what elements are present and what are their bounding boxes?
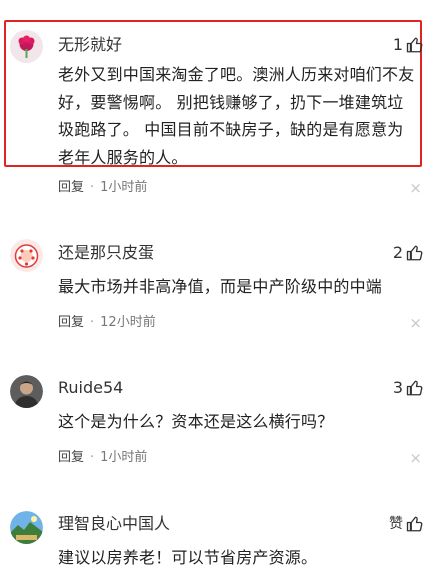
- close-icon[interactable]: ×: [409, 180, 422, 196]
- thumbs-up-icon: [406, 379, 424, 397]
- username[interactable]: Ruide54: [58, 378, 123, 398]
- thumbs-up-icon: [406, 244, 424, 262]
- separator-dot: ·: [90, 450, 95, 465]
- comment-meta: 回复 · 1小时前: [58, 180, 147, 196]
- comment-text: 老外又到中国来淘金了吧。澳洲人历来对咱们不友好，要警惕啊。 别把钱赚够了，扔下一…: [58, 65, 415, 167]
- separator-dot: ·: [90, 180, 95, 195]
- like-count: 1: [392, 35, 403, 54]
- like-count: 2: [392, 243, 403, 262]
- timestamp: 1小时前: [100, 180, 148, 195]
- avatar[interactable]: [10, 30, 43, 63]
- username[interactable]: 理智良心中国人: [58, 514, 170, 534]
- like-button[interactable]: 1: [393, 35, 424, 55]
- thumbs-up-icon: [406, 515, 424, 533]
- comment-text: 建议以房养老！可以节省房产资源。: [58, 548, 318, 567]
- avatar[interactable]: [10, 375, 43, 408]
- timestamp: 12小时前: [100, 315, 156, 330]
- reply-button[interactable]: 回复: [58, 315, 84, 331]
- close-icon[interactable]: ×: [409, 450, 422, 466]
- close-icon[interactable]: ×: [409, 315, 422, 331]
- thumbs-up-icon: [406, 36, 424, 54]
- avatar[interactable]: [10, 511, 43, 544]
- username[interactable]: 无形就好: [58, 35, 122, 55]
- reply-button[interactable]: 回复: [58, 180, 84, 196]
- reply-button[interactable]: 回复: [58, 450, 84, 466]
- username[interactable]: 还是那只皮蛋: [58, 243, 154, 263]
- like-count: 3: [392, 378, 403, 397]
- like-button[interactable]: 2: [393, 243, 424, 263]
- comment-text: 这个是为什么？资本还是这么横行吗？: [58, 412, 334, 431]
- comment-meta: 回复 · 12小时前: [58, 315, 156, 331]
- timestamp: 1小时前: [100, 450, 148, 465]
- comment-text: 最大市场并非高净值，而是中产阶级中的中端: [58, 277, 383, 296]
- avatar[interactable]: [10, 239, 43, 272]
- like-button[interactable]: 3: [393, 378, 424, 398]
- comment-meta: 回复 · 1小时前: [58, 450, 147, 466]
- separator-dot: ·: [90, 315, 95, 330]
- like-label: 赞: [389, 516, 403, 532]
- like-button[interactable]: 赞: [389, 514, 424, 534]
